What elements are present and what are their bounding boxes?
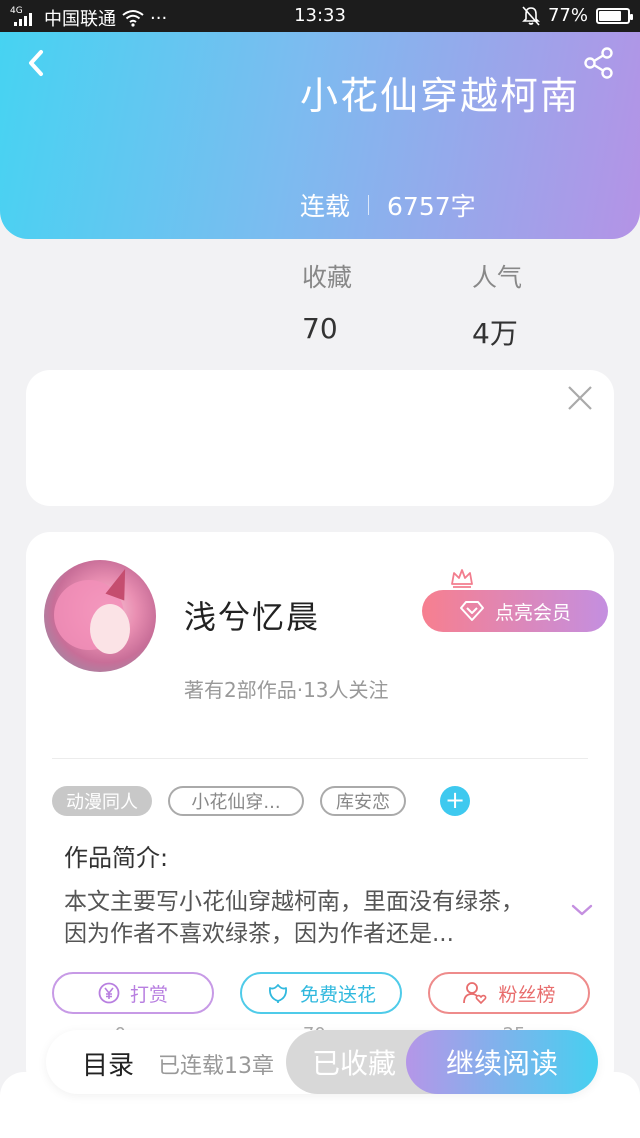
chapter-count[interactable]: 已连载13章 [158,1048,274,1080]
chevron-down-icon [571,904,593,916]
bell-muted-icon [522,5,540,26]
close-icon [568,386,592,410]
stat-favorites: 收藏 70 [302,258,352,345]
flower-icon [268,984,287,1003]
battery-percent: 77% [547,5,588,26]
send-flower-label: 免费送花 [299,983,376,1006]
user-heart-icon [463,982,487,1005]
intro-title: 作品简介: [64,844,169,872]
crown-icon [451,569,473,588]
author-name[interactable]: 浅兮忆晨 [184,592,320,638]
divider [52,758,588,759]
meta-divider [368,195,370,215]
author-card: 浅兮忆晨 著有2部作品·13人关注 点亮会员 动漫同人 小花仙穿... 库安恋 … [26,532,614,1092]
book-meta: 连载 6757字 [300,187,476,223]
expand-intro-button[interactable] [570,900,594,920]
author-subtitle: 著有2部作品·13人关注 [184,678,389,702]
yen-icon [98,982,120,1004]
fans-ranking-button[interactable]: 粉丝榜 [428,972,590,1014]
add-tag-button[interactable]: + [440,786,470,816]
back-button[interactable] [20,46,54,80]
bottom-action-bar: 目录 已连载13章 已收藏 继续阅读 [46,1030,598,1094]
ad-card [26,370,614,506]
stat-value: 70 [302,312,338,345]
stat-label: 人气 [472,263,523,292]
favorited-label: 已收藏 [311,1047,396,1080]
reward-button[interactable]: 打赏 [52,972,214,1014]
continue-reading-label: 继续阅读 [445,1047,558,1080]
tag-category[interactable]: 动漫同人 [52,786,152,816]
avatar[interactable] [44,560,156,672]
intro-text: 本文主要写小花仙穿越柯南，里面没有绿茶，因为作者不喜欢绿茶，因为作者还是... [64,889,524,947]
tag-list: 动漫同人 小花仙穿... 库安恋 + [52,786,470,816]
book-title: 小花仙穿越柯南 [300,74,581,118]
vip-button-label: 点亮会员 [494,601,571,624]
battery-icon [596,7,633,24]
book-word-count: 6757字 [387,192,476,221]
status-bar: 4G 中国联通 ··· 13:33 77% [0,0,640,32]
reward-label: 打赏 [129,983,168,1006]
plus-icon: + [444,786,466,814]
tag-item[interactable]: 小花仙穿... [168,786,304,816]
stat-label: 收藏 [302,263,353,292]
continue-reading-button[interactable]: 继续阅读 [406,1030,598,1094]
stat-popularity: 人气 4万 [472,258,522,352]
diamond-icon [459,601,484,621]
book-status: 连载 [300,192,351,221]
toc-button[interactable]: 目录 [82,1045,134,1082]
tag-item[interactable]: 库安恋 [320,786,406,816]
close-button[interactable] [566,384,594,412]
send-flower-button[interactable]: 免费送花 [240,972,402,1014]
action-row: 打赏 免费送花 粉丝榜 [52,972,590,1014]
status-right: 77% [522,5,633,26]
stat-value: 4万 [472,317,518,350]
book-header: 小花仙穿越柯南 连载 6757字 [0,32,640,239]
chevron-left-icon [29,50,43,76]
vip-button[interactable]: 点亮会员 [422,590,608,632]
fans-ranking-label: 粉丝榜 [498,983,556,1006]
